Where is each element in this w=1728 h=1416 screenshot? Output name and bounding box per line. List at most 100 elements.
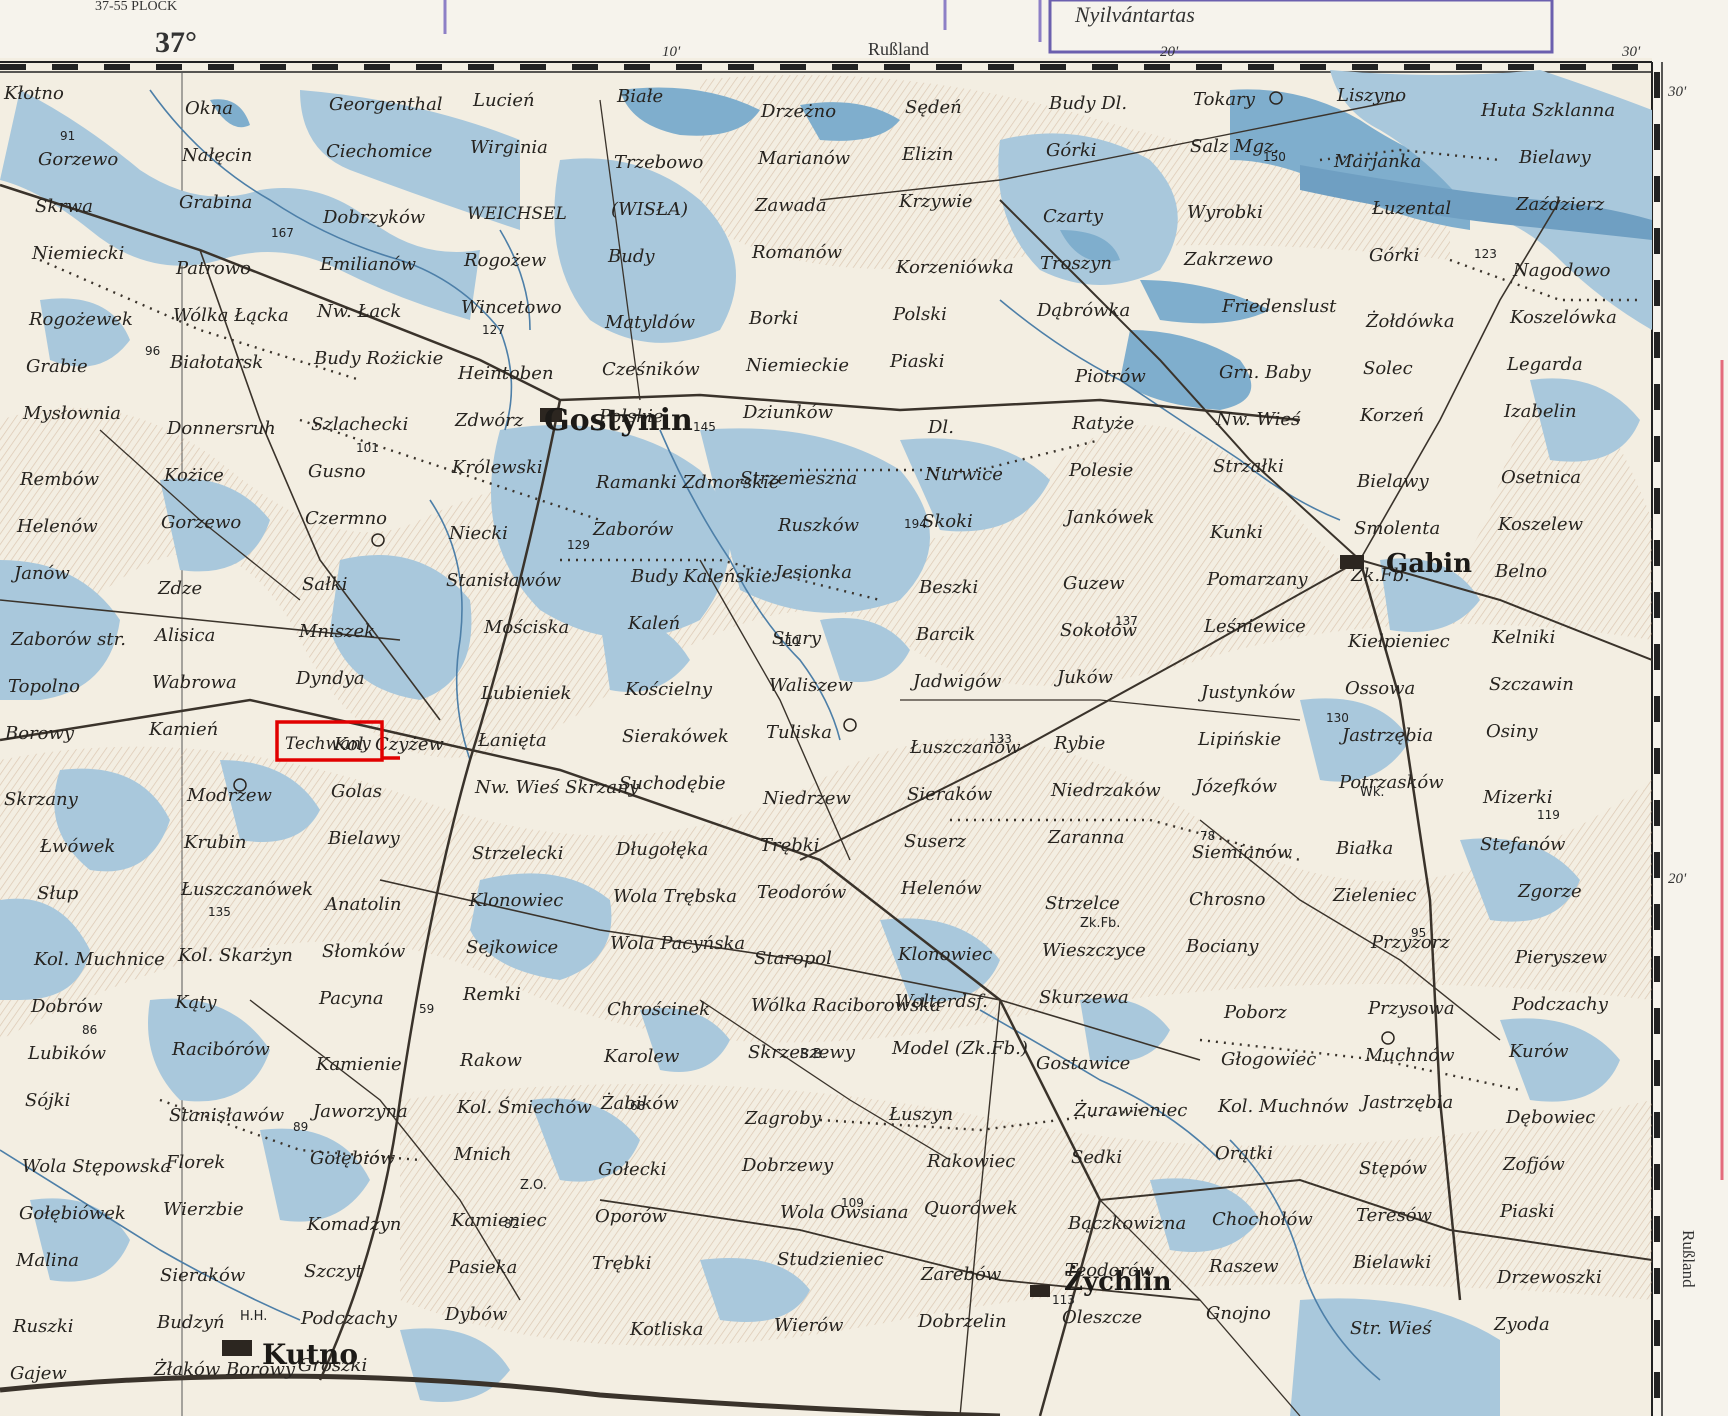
place-label: Mniszek — [298, 621, 375, 642]
place-label: Wabrowa — [152, 672, 237, 693]
place-label: Bociany — [1185, 936, 1259, 957]
place-label: Okna — [185, 98, 233, 119]
place-label: Malina — [15, 1250, 79, 1271]
place-label: Zdwórz — [454, 410, 524, 431]
spot-height-label: 194 — [904, 517, 927, 531]
place-label: Zaranna — [1047, 827, 1125, 848]
place-label: Sałki — [302, 574, 348, 595]
place-label: Piaski — [1499, 1201, 1555, 1222]
place-label: Wola Stępowska — [22, 1156, 171, 1177]
place-label: Gusno — [308, 461, 366, 482]
place-label: Juków — [1053, 667, 1114, 688]
place-label: Nagodowo — [1512, 260, 1611, 281]
place-label: Smolenta — [1354, 518, 1440, 539]
place-label: Niecki — [448, 523, 508, 544]
place-label: Kol. Śmiechów — [456, 1095, 592, 1118]
place-label: Rakow — [459, 1050, 522, 1071]
spot-height-label: 89 — [293, 1120, 308, 1134]
place-label: Osetnica — [1501, 467, 1581, 488]
place-label: Pacyna — [318, 988, 384, 1009]
place-label: Budy Rożickie — [313, 348, 443, 369]
place-label: Zawada — [754, 195, 827, 216]
place-label: Nw. Wieś — [1215, 409, 1301, 430]
place-label: Klonowiec — [468, 890, 563, 911]
place-label: Quorówek — [924, 1198, 1018, 1219]
place-label: Kol. Muchnów — [1217, 1096, 1349, 1117]
place-label: Białe — [616, 86, 663, 107]
right-border-label: Rußland — [1679, 1230, 1698, 1288]
place-label: Alisica — [153, 625, 215, 646]
place-label: Koszelówka — [1509, 307, 1617, 328]
abbreviation-label: H.H. — [240, 1309, 267, 1324]
place-label: Łuszyn — [888, 1104, 953, 1125]
place-label: Teodorów — [757, 882, 847, 903]
place-label: Podczachy — [300, 1308, 398, 1329]
place-label: Leśniewice — [1203, 616, 1306, 637]
place-label: Polesie — [1068, 460, 1133, 481]
place-label: Korzeniówka — [895, 257, 1014, 278]
place-label: Komadzyn — [306, 1214, 401, 1235]
place-label: Słup — [37, 883, 79, 904]
place-label: Kotliska — [629, 1319, 703, 1340]
place-label: Pieryszew — [1514, 947, 1608, 968]
place-label: Ruszki — [12, 1316, 74, 1337]
place-label: Piotrów — [1074, 366, 1146, 387]
place-label: Korzeń — [1359, 405, 1424, 426]
place-label: Florek — [165, 1152, 225, 1173]
place-label: Wólka Łącka — [173, 305, 289, 326]
place-label: Lipińskie — [1197, 729, 1281, 750]
place-label: Cześników — [602, 359, 700, 380]
spot-height-label: 129 — [567, 538, 590, 552]
place-label: Dobrzelin — [917, 1311, 1007, 1332]
place-label: Troszyn — [1040, 253, 1112, 274]
spot-height-label: 95 — [1411, 926, 1426, 940]
place-label: Kaleń — [627, 613, 680, 634]
place-label: Gajew — [10, 1363, 67, 1384]
place-label: Bączkowizna — [1067, 1213, 1186, 1234]
place-label: Siemianów — [1192, 842, 1293, 863]
place-label: Lucień — [472, 90, 535, 111]
place-label: Jadwigów — [909, 671, 1002, 692]
place-label: Wola Trębska — [613, 886, 737, 907]
place-label: Patrowo — [175, 258, 251, 279]
place-label: Anatolin — [323, 894, 402, 915]
place-label: Żołdówka — [1365, 309, 1455, 332]
place-label: Kiełpieniec — [1347, 631, 1450, 652]
top-tick-30: 30' — [1621, 44, 1641, 60]
stamp-text: Nyilvántartas — [1074, 2, 1195, 27]
place-label: Matyldów — [604, 312, 696, 333]
place-label: Izabelin — [1503, 401, 1577, 422]
spot-height-label: 119 — [1537, 808, 1560, 822]
place-label: Tuliska — [766, 722, 832, 743]
place-label: Dziunków — [742, 402, 834, 423]
place-label: Polski — [892, 304, 947, 325]
place-label: Rybie — [1053, 733, 1105, 754]
abbreviation-label: Zk.Fb. — [1080, 916, 1120, 931]
place-label: Helenów — [900, 878, 982, 899]
place-label: Szczawin — [1489, 674, 1574, 695]
place-label: Dobrów — [30, 996, 103, 1017]
place-label: Kościelny — [624, 679, 713, 700]
place-label: Drzeżno — [760, 101, 836, 122]
place-label: Oporów — [595, 1206, 668, 1227]
place-label: Polskie — [598, 406, 664, 427]
place-label: Mysłownia — [22, 403, 121, 424]
sheet-header-label: 37-55 PLOCK — [95, 0, 177, 14]
place-label: Dybów — [444, 1304, 508, 1325]
place-label: Groszki — [298, 1355, 367, 1376]
place-label: Romanów — [751, 242, 843, 263]
right-tick-20: 20' — [1668, 871, 1687, 887]
place-label: Tokary — [1193, 89, 1256, 110]
place-label: Orątki — [1215, 1143, 1273, 1164]
place-label: Teresów — [1356, 1205, 1433, 1226]
place-label: Elizin — [901, 144, 954, 165]
place-label: Skrzany — [4, 789, 79, 810]
place-label: Oleszcze — [1062, 1307, 1142, 1328]
place-label: Grabina — [179, 192, 252, 213]
place-label: Zgorze — [1517, 881, 1582, 902]
place-label: Rakowiec — [926, 1151, 1015, 1172]
place-label: Jankówek — [1062, 507, 1154, 528]
spot-height-label: 86 — [82, 1023, 97, 1037]
place-label: Gostawice — [1036, 1053, 1130, 1074]
place-label: Niedrzaków — [1050, 780, 1161, 801]
